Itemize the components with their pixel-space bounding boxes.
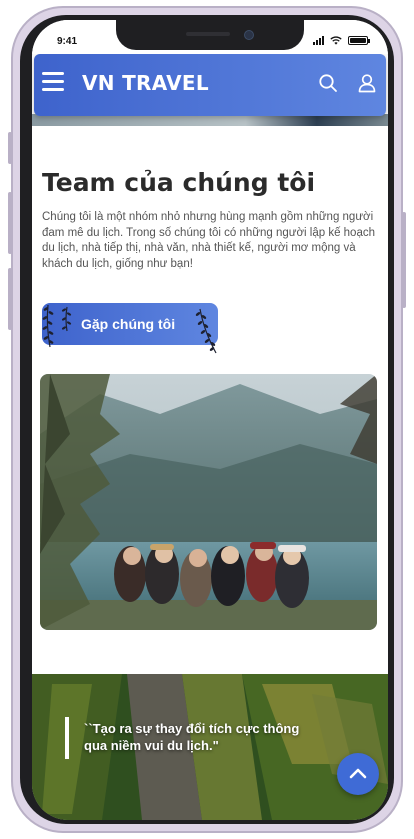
brand-logo-text[interactable]: VN TRAVEL <box>82 71 209 95</box>
leaf-decoration-icon <box>42 304 72 348</box>
section-description: Chúng tôi là một nhóm nhỏ nhưng hùng mạn… <box>42 211 375 270</box>
screen: 9:41 VN TRAVEL Team của chúng tôi Chúng … <box>32 20 388 820</box>
status-time: 9:41 <box>57 36 78 47</box>
front-camera <box>244 30 254 40</box>
status-icons <box>313 36 370 45</box>
user-icon[interactable] <box>356 72 378 94</box>
volume-up-button <box>8 192 12 254</box>
volume-down-button <box>8 268 12 330</box>
search-icon[interactable] <box>317 72 339 94</box>
wifi-icon <box>330 36 342 45</box>
leaf-decoration-icon <box>195 308 217 354</box>
group-photo-image <box>40 374 377 630</box>
top-navigation-bar: VN TRAVEL <box>34 54 386 116</box>
meet-us-button-label: Gặp chúng tôi <box>81 316 176 332</box>
battery-icon <box>348 36 370 45</box>
power-button <box>402 212 406 308</box>
quote-text: ``Tạo ra sự thay đổi tích cực thông qua … <box>84 721 300 753</box>
back-to-top-button[interactable] <box>337 753 379 795</box>
earpiece-speaker <box>186 32 230 36</box>
notch <box>116 20 304 50</box>
mute-switch <box>8 132 12 164</box>
cellular-signal-icon <box>313 36 324 45</box>
status-bar: 9:41 <box>32 20 388 54</box>
chevron-up-icon <box>349 768 367 779</box>
meet-us-button[interactable]: Gặp chúng tôi <box>42 303 218 354</box>
hamburger-menu-icon[interactable] <box>42 72 64 92</box>
quote-accent-bar <box>65 717 69 759</box>
section-title: Team của chúng tôi <box>42 168 316 197</box>
